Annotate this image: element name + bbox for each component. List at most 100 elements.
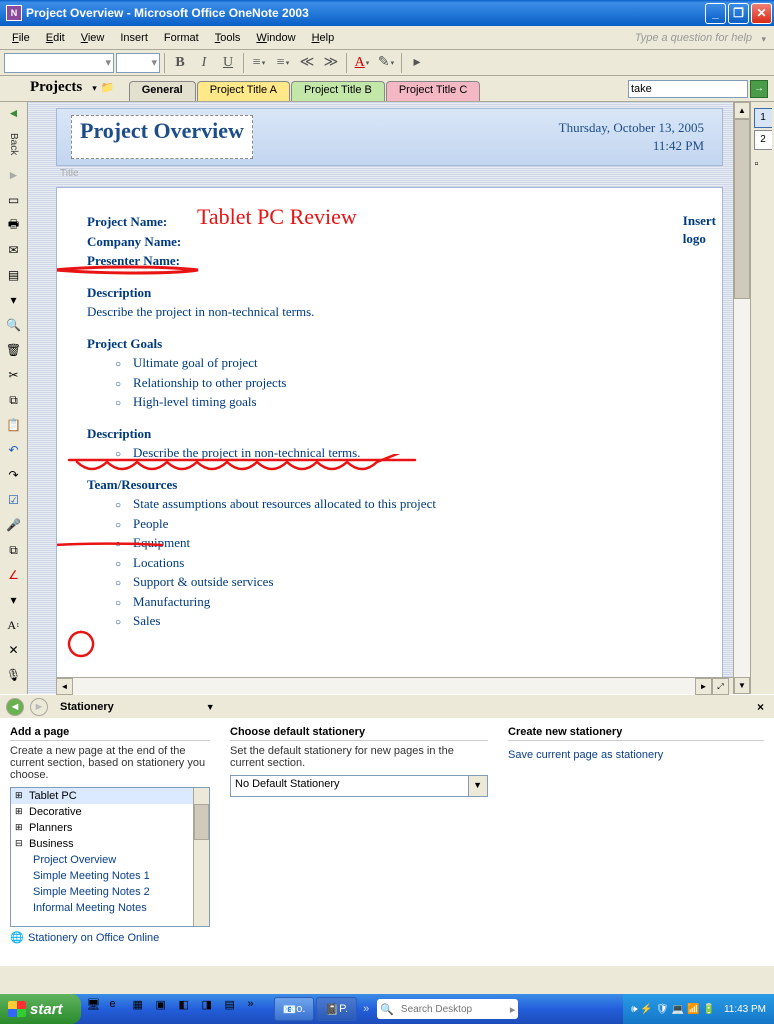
pane-back-icon[interactable]: ◄ xyxy=(6,698,24,716)
scroll-down-icon[interactable]: ▼ xyxy=(734,677,750,694)
tool-screen-clip-icon[interactable]: ⧉ xyxy=(4,541,24,559)
tool-new-page-icon[interactable]: ▭ xyxy=(4,191,24,209)
tray-icon[interactable]: 🛡 xyxy=(656,1004,669,1015)
menu-window[interactable]: Window xyxy=(248,30,303,46)
font-family-select[interactable] xyxy=(4,53,114,73)
tool-noteflag-icon[interactable]: ▤ xyxy=(4,266,24,284)
taskpane-title[interactable]: Stationery xyxy=(54,701,120,713)
tool-undo-icon[interactable]: ↶ xyxy=(4,441,24,459)
save-stationery-link[interactable]: Save current page as stationery xyxy=(508,745,764,765)
tab-project-a[interactable]: Project Title A xyxy=(197,81,290,101)
default-stationery-select[interactable]: No Default Stationery▼ xyxy=(230,775,488,797)
page-tab-1[interactable]: 1 xyxy=(754,108,772,128)
menu-format[interactable]: Format xyxy=(156,30,207,46)
tray-icon[interactable]: 🕪 xyxy=(631,1004,637,1015)
tree-decorative[interactable]: Decorative xyxy=(11,804,209,820)
italic-button[interactable]: I xyxy=(193,52,215,74)
close-button[interactable]: ✕ xyxy=(751,3,772,24)
tab-project-c[interactable]: Project Title C xyxy=(386,81,480,101)
ql-app3-icon[interactable]: ◧ xyxy=(179,998,199,1020)
minimize-button[interactable]: _ xyxy=(705,3,726,24)
tree-item-informal[interactable]: Informal Meeting Notes xyxy=(11,900,209,916)
horizontal-scrollbar[interactable]: ◄ ► ⤢ xyxy=(56,677,733,694)
expand-icon[interactable]: ⤢ xyxy=(712,678,729,695)
scroll-thumb[interactable] xyxy=(734,119,750,299)
search-go-button[interactable]: → xyxy=(750,80,768,98)
tool-research-icon[interactable]: 🔍 xyxy=(4,316,24,334)
menu-tools[interactable]: Tools xyxy=(207,30,249,46)
note-content[interactable]: Insertlogo Project Name: Company Name: P… xyxy=(56,187,723,677)
tree-item-meeting-2[interactable]: Simple Meeting Notes 2 xyxy=(11,884,209,900)
scroll-up-icon[interactable]: ▲ xyxy=(734,102,750,119)
taskbar-clock[interactable]: 11:43 PM xyxy=(724,1004,766,1015)
ql-ie-icon[interactable]: e xyxy=(110,998,130,1020)
forward-icon[interactable]: ► xyxy=(4,166,24,184)
taskbar-task-onenote[interactable]: 📓 P. xyxy=(316,997,357,1021)
menu-insert[interactable]: Insert xyxy=(112,30,156,46)
pane-fwd-icon[interactable]: ► xyxy=(30,698,48,716)
notebook-name[interactable]: Projects xyxy=(4,79,92,99)
tool-pen-dd-icon[interactable]: ▾ xyxy=(4,591,24,609)
tool-font-icon[interactable]: A↕ xyxy=(4,616,24,634)
bullets-button[interactable]: ≡▾ xyxy=(248,52,270,74)
font-color-button[interactable]: A▾ xyxy=(351,52,373,74)
new-section-icon[interactable]: 📁 xyxy=(101,81,119,97)
desktop-search-input[interactable] xyxy=(397,1004,507,1015)
ql-app2-icon[interactable]: ▣ xyxy=(156,998,176,1020)
ql-more-icon[interactable]: » xyxy=(248,998,268,1020)
office-online-link[interactable]: 🌐Stationery on Office Online xyxy=(10,927,210,948)
stationery-tree[interactable]: Tablet PC Decorative Planners Business P… xyxy=(10,787,210,927)
tool-cut-icon[interactable]: ✂ xyxy=(4,366,24,384)
font-size-select[interactable] xyxy=(116,53,160,73)
tool-mic-icon[interactable]: 🎙 xyxy=(4,666,24,684)
taskbar-more-icon[interactable]: » xyxy=(359,1003,373,1015)
tree-business[interactable]: Business xyxy=(11,836,209,852)
back-icon[interactable]: ◄ xyxy=(4,104,24,122)
bold-button[interactable]: B xyxy=(169,52,191,74)
menu-edit[interactable]: Edit xyxy=(38,30,73,46)
menu-file[interactable]: File xyxy=(4,30,38,46)
menu-view[interactable]: View xyxy=(73,30,113,46)
tree-planners[interactable]: Planners xyxy=(11,820,209,836)
tool-redo-icon[interactable]: ↷ xyxy=(4,466,24,484)
notebook-dropdown-icon[interactable]: ▾ xyxy=(92,83,97,94)
taskbar-task-outlook[interactable]: 📧 o. xyxy=(274,997,315,1021)
page-tab-2[interactable]: 2 xyxy=(754,130,772,150)
tree-tablet-pc[interactable]: Tablet PC xyxy=(11,788,209,804)
taskpane-dropdown-icon[interactable]: ▼ xyxy=(206,702,215,712)
desktop-search[interactable]: 🔍 ▸ xyxy=(377,999,518,1019)
help-search[interactable]: Type a question for help xyxy=(629,32,770,44)
tool-pen-icon[interactable]: ∠ xyxy=(4,566,24,584)
tree-item-project-overview[interactable]: Project Overview xyxy=(11,852,209,868)
tool-audio-icon[interactable]: 🎤 xyxy=(4,516,24,534)
ql-app4-icon[interactable]: ◨ xyxy=(202,998,222,1020)
indent-button[interactable]: ≫ xyxy=(320,52,342,74)
tab-project-b[interactable]: Project Title B xyxy=(291,81,385,101)
tool-copy-icon[interactable]: ⧉ xyxy=(4,391,24,409)
tree-scrollbar[interactable] xyxy=(193,788,209,926)
vertical-scrollbar[interactable]: ▲ ▼ xyxy=(733,102,750,694)
menu-help[interactable]: Help xyxy=(304,30,343,46)
start-button[interactable]: start xyxy=(0,994,81,1024)
highlight-button[interactable]: ✎▾ xyxy=(375,52,397,74)
tray-icon[interactable]: 📶 xyxy=(687,1004,699,1015)
tool-print-icon[interactable]: 🖶 xyxy=(4,216,24,234)
tray-icon[interactable]: 🔋 xyxy=(702,1004,714,1015)
taskpane-close-button[interactable]: × xyxy=(753,700,768,714)
new-page-icon[interactable]: ▫ xyxy=(755,158,771,176)
tool-paste-icon[interactable]: 📋 xyxy=(4,416,24,434)
ql-app1-icon[interactable]: ▦ xyxy=(133,998,153,1020)
tray-icon[interactable]: ⚡ xyxy=(640,1004,652,1015)
tab-general[interactable]: General xyxy=(129,81,196,101)
search-input[interactable] xyxy=(628,80,748,98)
tray-icon[interactable]: 💻 xyxy=(672,1004,684,1015)
maximize-button[interactable]: ❐ xyxy=(728,3,749,24)
tool-delete-icon[interactable]: 🗑 xyxy=(4,341,24,359)
outdent-button[interactable]: ≪ xyxy=(296,52,318,74)
tool-flag-dropdown-icon[interactable]: ▾ xyxy=(4,291,24,309)
tool-email-icon[interactable]: ✉ xyxy=(4,241,24,259)
scroll-left-icon[interactable]: ◄ xyxy=(56,678,73,695)
title-placeholder[interactable]: Title xyxy=(56,166,723,183)
tool-tag-icon[interactable]: ☑ xyxy=(4,491,24,509)
tool-erase-icon[interactable]: ✕ xyxy=(4,641,24,659)
